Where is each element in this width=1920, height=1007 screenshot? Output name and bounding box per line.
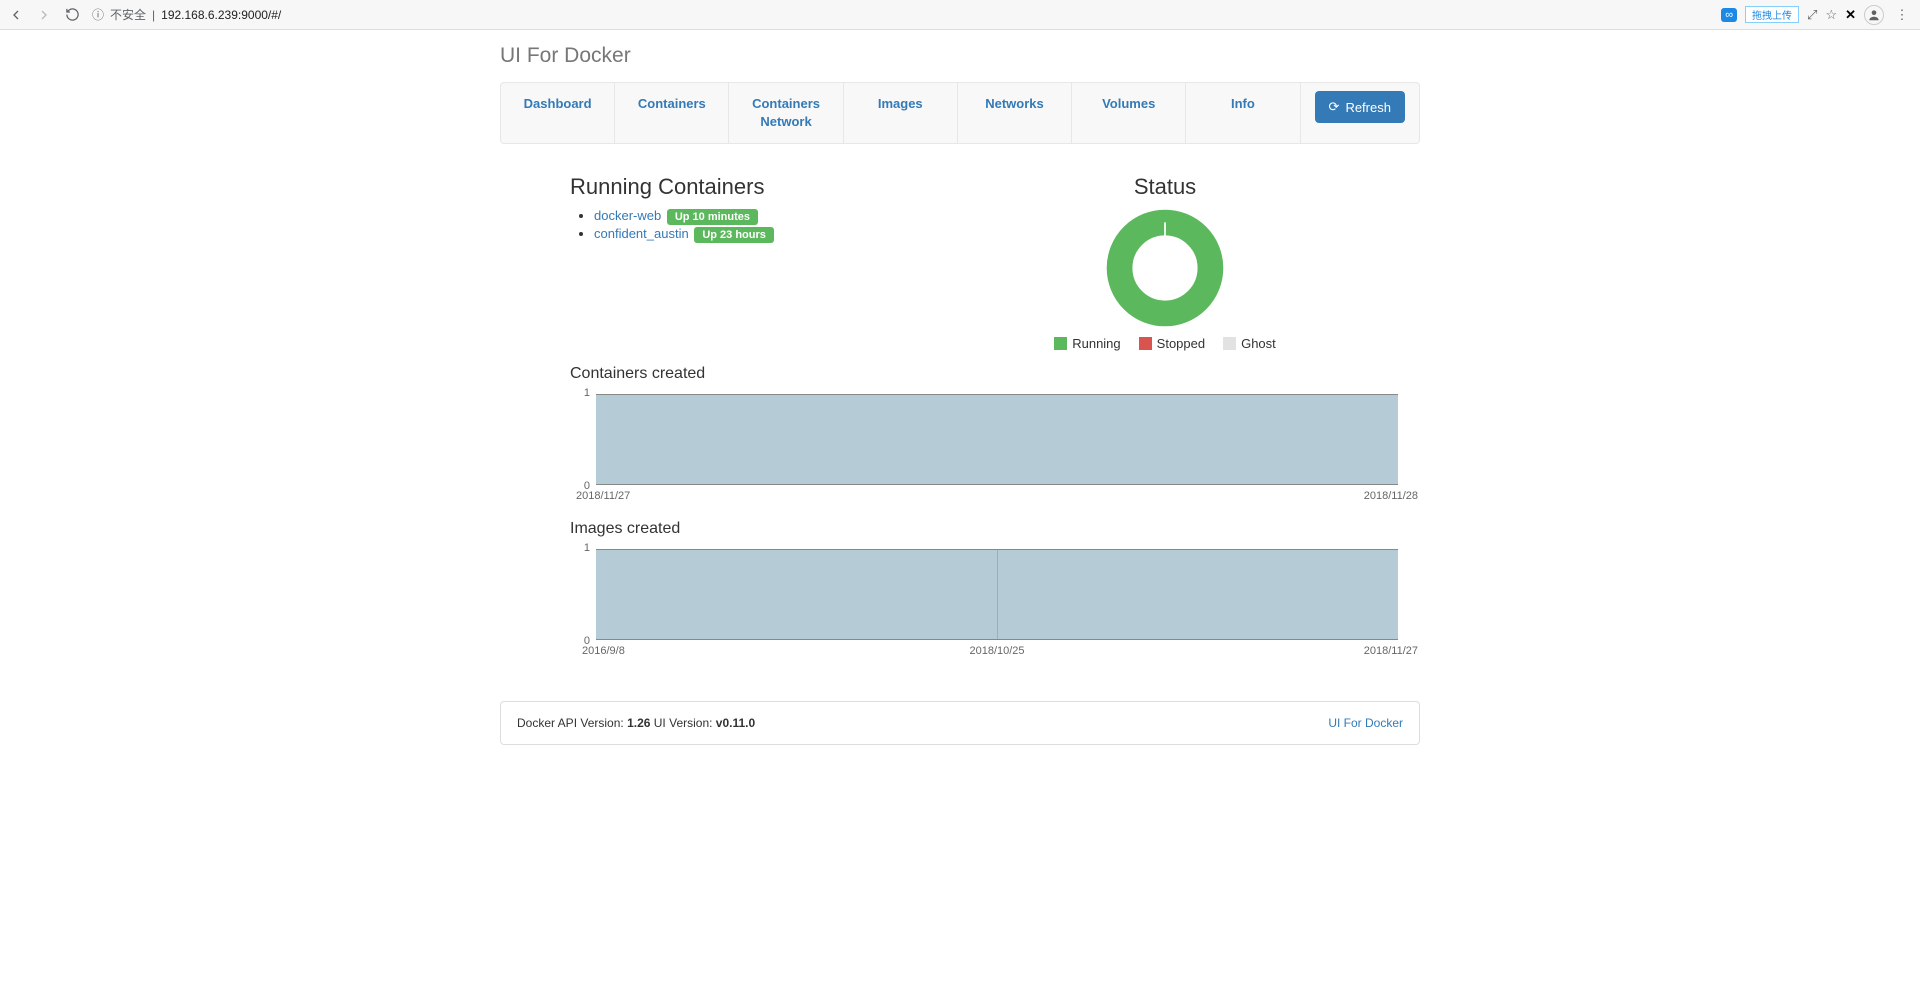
chart-images-created: 1 0 2016/9/8 2018/10/25 2018/11/27 (570, 546, 1420, 661)
x-tick: 2016/9/8 (582, 645, 625, 657)
close-icon[interactable]: ✕ (1845, 7, 1856, 23)
footer-link[interactable]: UI For Docker (1328, 716, 1403, 730)
legend-running: Running (1054, 336, 1120, 351)
container-link[interactable]: confident_austin (594, 226, 689, 241)
ui-version-label: UI Version: (654, 716, 716, 730)
x-tick: 2018/10/25 (969, 645, 1024, 657)
translate-icon[interactable]: ⤢ (1807, 7, 1817, 23)
footer: Docker API Version: 1.26 UI Version: v0.… (500, 701, 1420, 745)
menu-icon[interactable]: ⋮ (1892, 5, 1912, 25)
y-tick: 1 (584, 387, 590, 399)
info-icon: ⓘ (92, 6, 104, 23)
running-heading: Running Containers (570, 174, 870, 200)
api-version: 1.26 (627, 716, 650, 730)
list-item: confident_austin Up 23 hours (594, 226, 870, 241)
container-link[interactable]: docker-web (594, 208, 661, 223)
running-list: docker-web Up 10 minutes confident_austi… (570, 208, 870, 241)
donut-chart (1095, 208, 1235, 328)
extension-icon[interactable]: ∞ (1721, 8, 1737, 22)
swatch-icon (1054, 337, 1067, 350)
reload-button[interactable] (64, 7, 80, 23)
x-tick: 2018/11/28 (1364, 490, 1418, 502)
nav-info[interactable]: Info (1186, 83, 1300, 143)
main-nav: Dashboard Containers Containers Network … (500, 82, 1420, 144)
legend-ghost: Ghost (1223, 336, 1276, 351)
list-item: docker-web Up 10 minutes (594, 208, 870, 223)
legend-stopped: Stopped (1139, 336, 1205, 351)
insecure-label: 不安全 (110, 6, 146, 23)
browser-toolbar: ⓘ 不安全 | 192.168.6.239:9000/#/ ∞ 拖拽上传 ⤢ ☆… (0, 0, 1920, 30)
x-tick: 2018/11/27 (1364, 645, 1418, 657)
status-badge: Up 10 minutes (667, 209, 758, 225)
nav-dashboard[interactable]: Dashboard (501, 83, 615, 143)
nav-networks[interactable]: Networks (958, 83, 1072, 143)
forward-button[interactable] (36, 7, 52, 23)
y-tick: 1 (584, 542, 590, 554)
extension-tooltip: 拖拽上传 (1745, 6, 1799, 23)
address-bar[interactable]: ⓘ 不安全 | 192.168.6.239:9000/#/ (92, 6, 281, 23)
refresh-icon: ⟳ (1329, 99, 1340, 115)
profile-icon[interactable] (1864, 5, 1884, 25)
status-badge: Up 23 hours (694, 227, 774, 243)
swatch-icon (1223, 337, 1236, 350)
chart-title: Images created (570, 520, 1420, 538)
status-heading: Status (910, 174, 1420, 200)
nav-containers-network[interactable]: Containers Network (729, 83, 843, 143)
chart-legend: Running Stopped Ghost (1054, 336, 1276, 351)
nav-refresh-wrap: ⟳ Refresh (1301, 83, 1419, 143)
x-tick: 2018/11/27 (576, 490, 630, 502)
chart-title: Containers created (570, 365, 1420, 383)
nav-images[interactable]: Images (844, 83, 958, 143)
chart-containers-created: 1 0 2018/11/27 2018/11/28 (570, 391, 1420, 506)
bookmark-icon[interactable]: ☆ (1825, 7, 1837, 23)
refresh-button[interactable]: ⟳ Refresh (1315, 91, 1405, 123)
api-version-label: Docker API Version: (517, 716, 627, 730)
swatch-icon (1139, 337, 1152, 350)
back-button[interactable] (8, 7, 24, 23)
url-text: 192.168.6.239:9000/#/ (161, 8, 281, 22)
nav-volumes[interactable]: Volumes (1072, 83, 1186, 143)
ui-version: v0.11.0 (716, 716, 755, 730)
page-title: UI For Docker (500, 44, 1420, 68)
nav-containers[interactable]: Containers (615, 83, 729, 143)
